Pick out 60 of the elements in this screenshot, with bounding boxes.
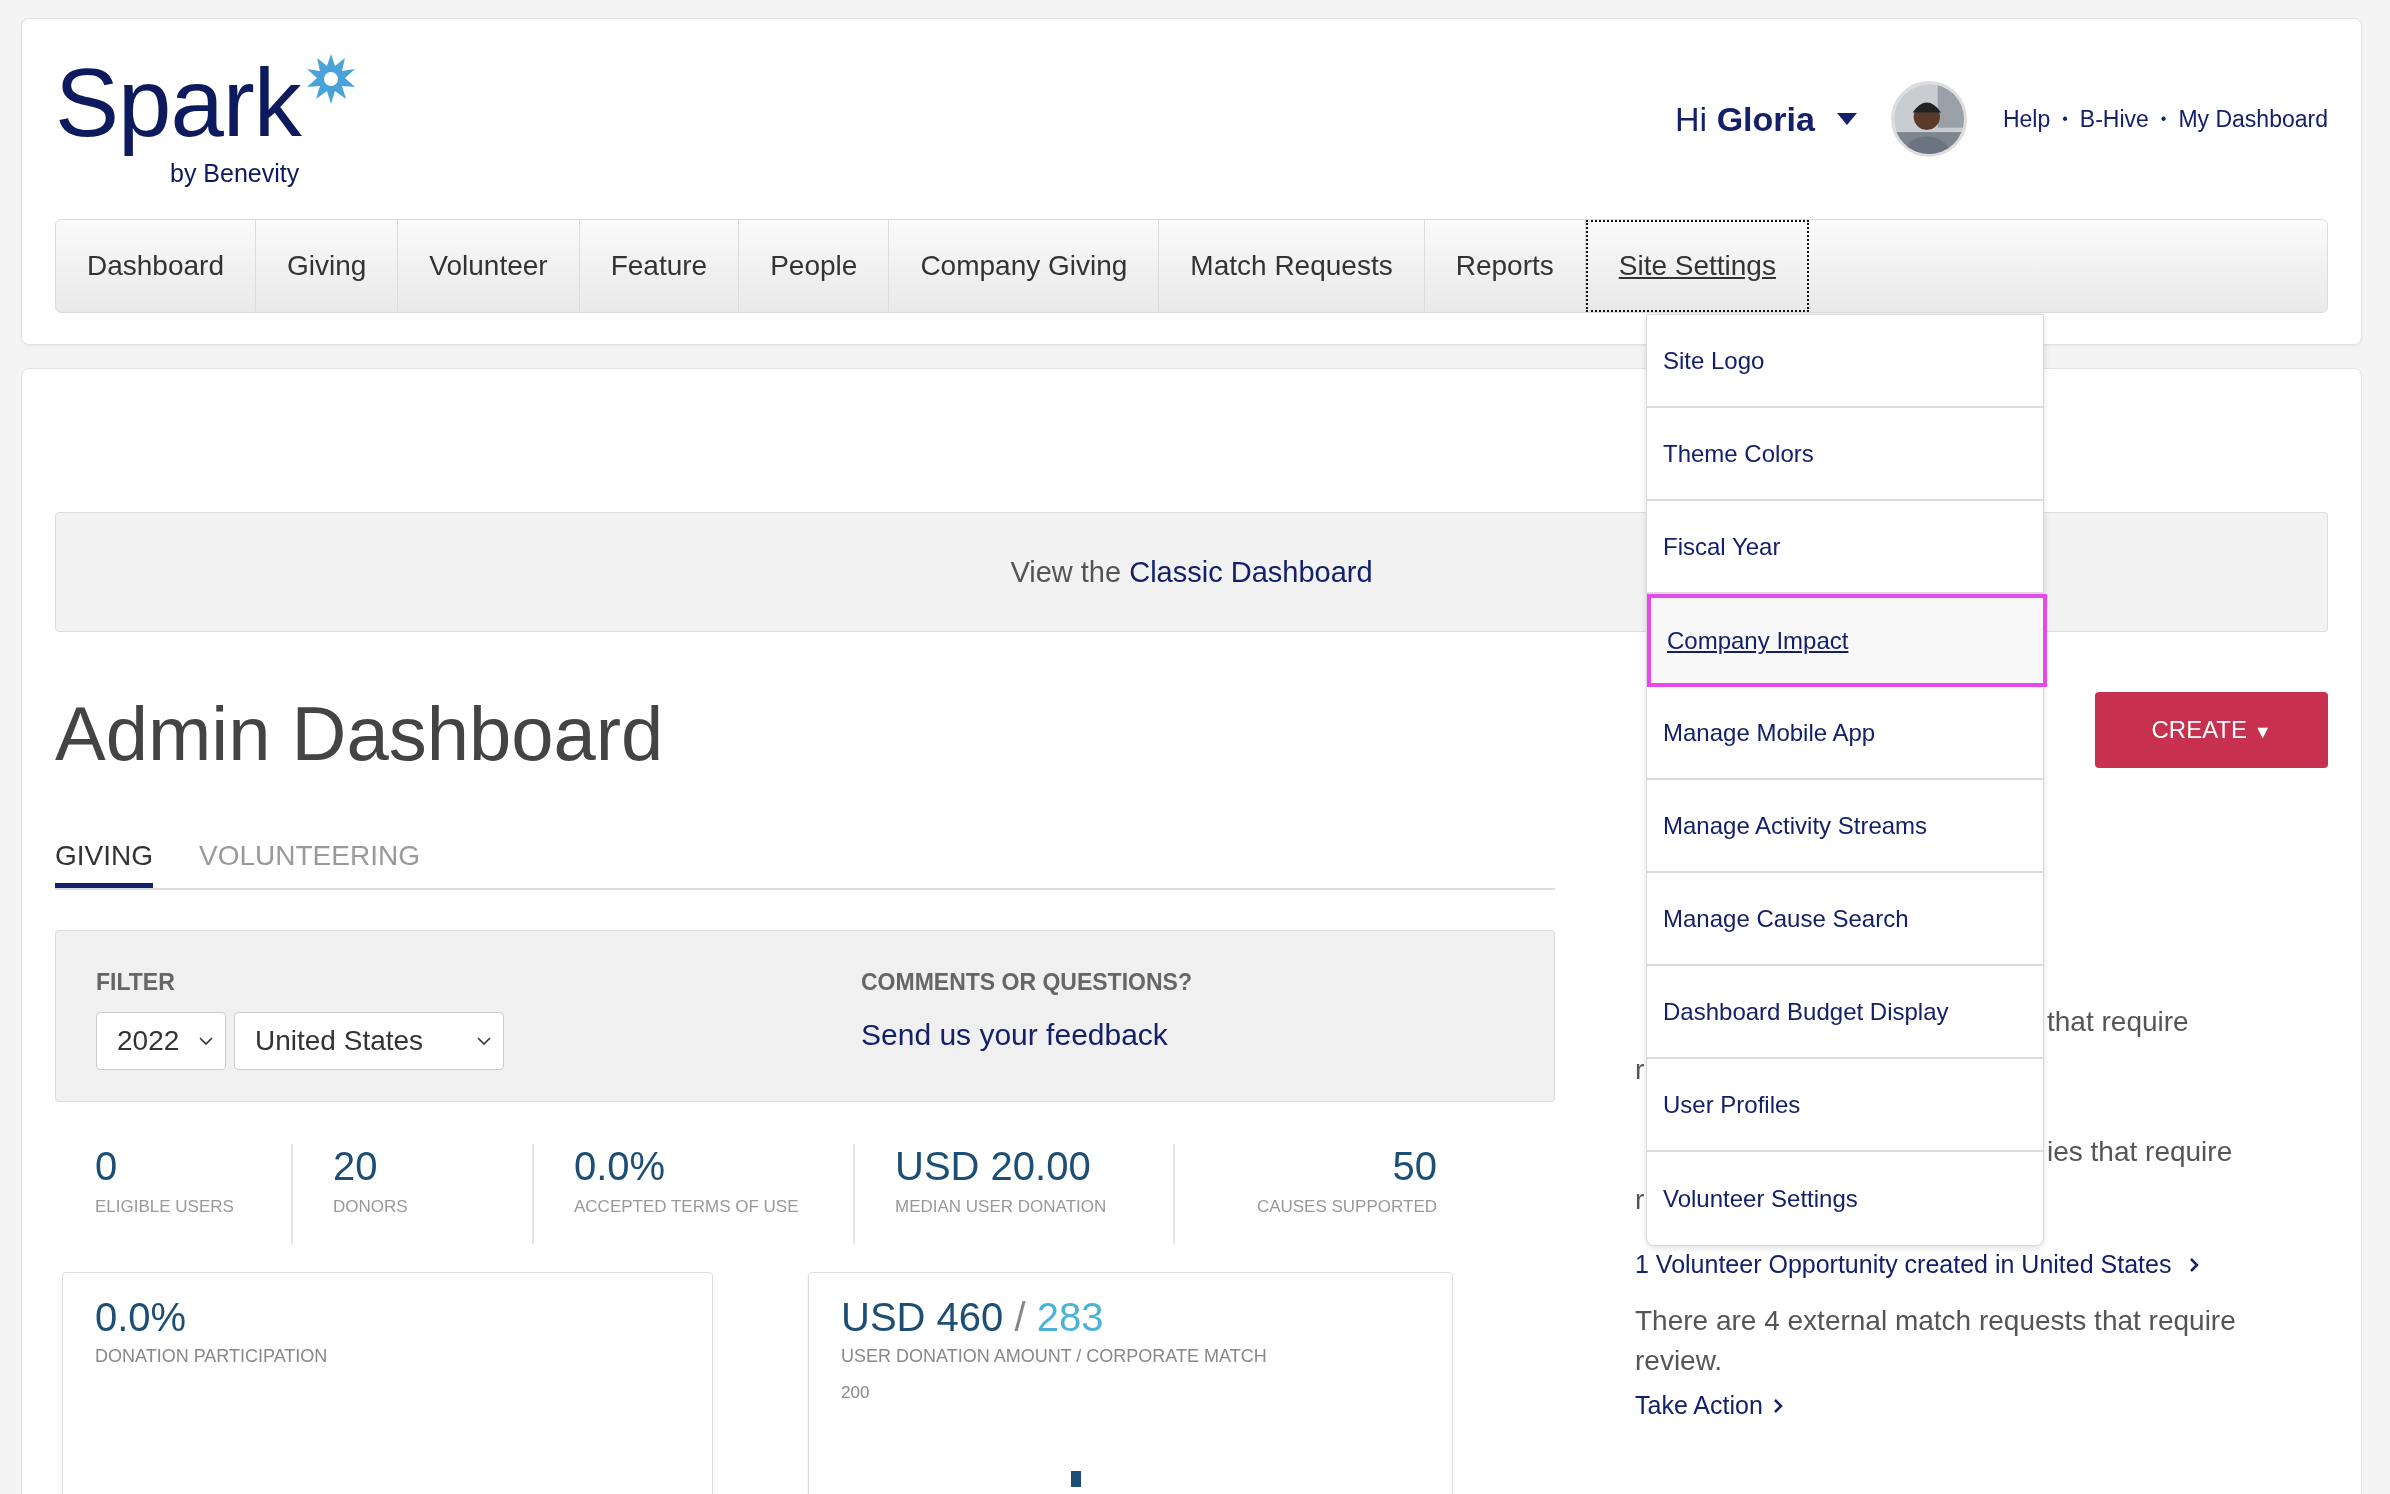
classic-dashboard-link[interactable]: Classic Dashboard: [1129, 555, 1373, 588]
stat-value: 0.0%: [574, 1144, 667, 1189]
nav-item[interactable]: Reports: [1424, 220, 1586, 312]
feedback-link[interactable]: Send us your feedback: [861, 1018, 1192, 1052]
link-separator: •: [2062, 110, 2068, 128]
page-title: Admin Dashboard: [55, 690, 665, 778]
card-value: USD 460 / 283: [841, 1295, 1105, 1340]
stat-label: ELIGIBLE USERS: [95, 1197, 235, 1217]
take-action-link[interactable]: Take Action: [1635, 1391, 1783, 1420]
stat-label: MEDIAN USER DONATION: [895, 1197, 1108, 1217]
tab[interactable]: GIVING: [55, 830, 153, 888]
starburst-icon: [305, 53, 357, 105]
create-button[interactable]: CREATE ▼: [2095, 692, 2328, 768]
stat-label: CAUSES SUPPORTED: [1256, 1197, 1437, 1217]
card-value: 0.0%: [95, 1295, 188, 1340]
notice-text: ies that require: [2047, 1135, 2233, 1169]
stat-value: USD 20.00: [895, 1144, 1092, 1189]
stat-value: 0: [95, 1144, 119, 1189]
notice-text: that require: [2047, 1005, 2189, 1039]
header-link[interactable]: My Dashboard: [2178, 105, 2328, 133]
caret-icon[interactable]: [1836, 113, 1857, 125]
card-label: USER DONATION AMOUNT / CORPORATE MATCH: [841, 1346, 1268, 1367]
nav-item[interactable]: People: [739, 220, 890, 312]
nav-item[interactable]: Company Giving: [889, 220, 1160, 312]
year-select[interactable]: 2022: [96, 1012, 226, 1070]
nav-item[interactable]: Volunteer: [398, 220, 580, 312]
nav-item[interactable]: Dashboard: [56, 220, 256, 312]
match-notice: There are 4 external match requests that require review.: [1635, 1304, 2237, 1378]
user-greeting[interactable]: Hi Gloria: [1675, 99, 1815, 139]
chevron-right-icon: [1772, 1397, 1783, 1414]
feedback-label: COMMENTS OR QUESTIONS?: [861, 969, 1192, 996]
header-link[interactable]: B-Hive: [2079, 105, 2149, 133]
filter-label: FILTER: [96, 969, 176, 996]
axis-label: 200: [841, 1383, 871, 1403]
card-label: DONATION PARTICIPATION: [95, 1346, 329, 1367]
chevron-down-icon: [199, 1037, 213, 1045]
nav-item[interactable]: Giving: [256, 220, 399, 312]
stat-value: 20: [333, 1144, 379, 1189]
header-link[interactable]: Help: [2002, 105, 2051, 133]
nav-item[interactable]: Feature: [579, 220, 740, 312]
logo-tagline: by Benevity: [170, 159, 300, 188]
nav-item[interactable]: Match Requests: [1159, 220, 1425, 312]
nav-item[interactable]: Site Settings: [1585, 220, 1809, 312]
country-select[interactable]: United States: [234, 1012, 504, 1070]
menu-item[interactable]: Company Impact: [1647, 594, 2047, 687]
notice-text: r: [1635, 1183, 1645, 1217]
chevron-right-icon: [2189, 1256, 2200, 1273]
avatar[interactable]: [1890, 81, 1967, 157]
stat-value: 50: [1392, 1144, 1437, 1189]
menu-item[interactable]: Volunteer Settings: [1647, 1152, 2043, 1245]
chart-bar: [1071, 1471, 1081, 1487]
banner-text: View the Classic Dashboard: [1010, 555, 1373, 589]
stat-label: DONORS: [333, 1197, 409, 1217]
volunteer-opportunity-link[interactable]: 1 Volunteer Opportunity created in United States: [1635, 1250, 2328, 1279]
stat-label: ACCEPTED TERMS OF USE: [574, 1197, 800, 1217]
menu-item[interactable]: Site Logo: [1647, 315, 2043, 408]
notice-text: r: [1635, 1053, 1645, 1087]
link-separator: •: [2160, 110, 2167, 128]
chevron-down-icon: [477, 1037, 491, 1045]
logo-wordmark: Spark: [55, 48, 303, 158]
